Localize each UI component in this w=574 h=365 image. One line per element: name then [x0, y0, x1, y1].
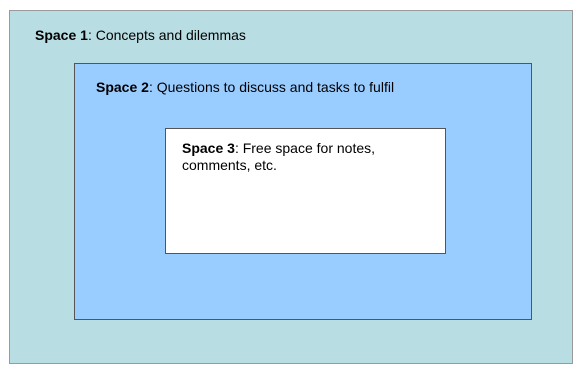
space-1-label: Space 1: Concepts and dilemmas: [35, 27, 246, 44]
space-1-title: Space 1: [35, 27, 88, 43]
space-2-title: Space 2: [96, 79, 149, 95]
space-2-label: Space 2: Questions to discuss and tasks …: [96, 79, 394, 96]
space-1-description: : Concepts and dilemmas: [87, 27, 246, 43]
space-3-label: Space 3: Free space for notes, comments,…: [182, 140, 432, 174]
space-3-title: Space 3: [182, 140, 235, 156]
space-2-description: : Questions to discuss and tasks to fulf…: [148, 79, 395, 95]
